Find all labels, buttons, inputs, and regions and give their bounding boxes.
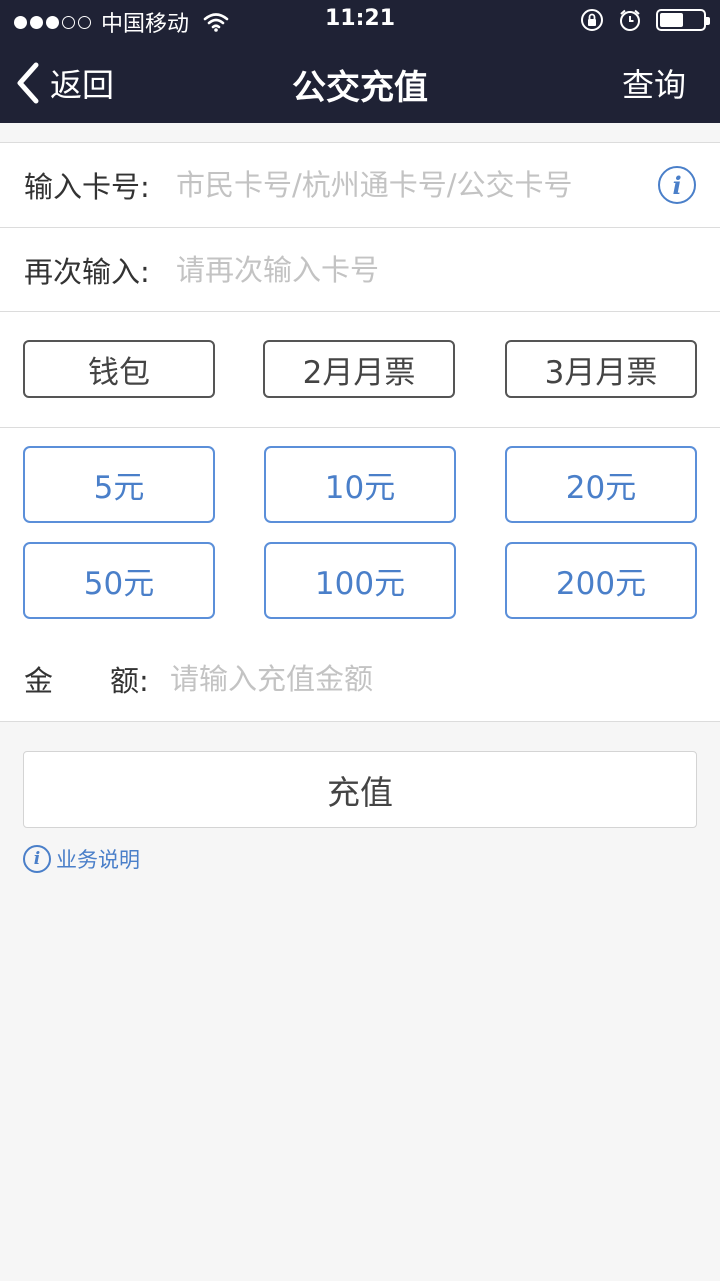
amount-label-first: 金	[24, 664, 54, 698]
status-right	[580, 8, 710, 32]
nav-bar: 返回 公交充值 查询	[0, 40, 720, 123]
amount-label-second: 额:	[110, 664, 149, 698]
business-info-label: 业务说明	[56, 848, 140, 872]
amount-input-section: 金 额:	[0, 637, 720, 722]
battery-level	[660, 13, 684, 27]
amount-200-button[interactable]: 200元	[505, 542, 697, 619]
type-mar-monthly-button[interactable]: 3月月票	[505, 340, 697, 398]
divider	[0, 427, 720, 428]
battery-tip	[706, 17, 710, 25]
card-number-row: 输入卡号: i	[0, 143, 720, 227]
amount-100-button[interactable]: 100元	[264, 542, 456, 619]
confirm-card-input[interactable]	[176, 253, 636, 287]
confirm-card-row: 再次输入:	[0, 228, 720, 312]
charge-button[interactable]: 充值	[23, 751, 697, 828]
confirm-card-label: 再次输入:	[24, 255, 150, 289]
amount-row: 金 额:	[0, 637, 720, 721]
ticket-type-section: 钱包 2月月票 3月月票 5元 10元 20元 50元 100元 200元	[0, 311, 720, 638]
page-title: 公交充值	[292, 68, 428, 108]
type-feb-monthly-button[interactable]: 2月月票	[263, 340, 455, 398]
query-button[interactable]: 查询	[622, 60, 686, 106]
alarm-icon	[620, 9, 640, 31]
rotation-lock-icon	[581, 9, 603, 31]
amount-5-button[interactable]: 5元	[23, 446, 215, 523]
info-icon: i	[23, 845, 51, 873]
card-number-label: 输入卡号:	[24, 170, 150, 204]
card-number-input[interactable]	[176, 168, 636, 202]
card-input-section: 输入卡号: i 再次输入:	[0, 142, 720, 312]
type-wallet-button[interactable]: 钱包	[23, 340, 215, 398]
status-bar: 中国移动 11:21	[0, 0, 720, 40]
amount-50-button[interactable]: 50元	[23, 542, 215, 619]
amount-input[interactable]	[170, 662, 670, 696]
info-icon[interactable]: i	[658, 166, 696, 204]
business-info-link[interactable]: i 业务说明	[23, 844, 140, 874]
battery-icon	[656, 9, 710, 31]
amount-20-button[interactable]: 20元	[505, 446, 697, 523]
amount-10-button[interactable]: 10元	[264, 446, 456, 523]
